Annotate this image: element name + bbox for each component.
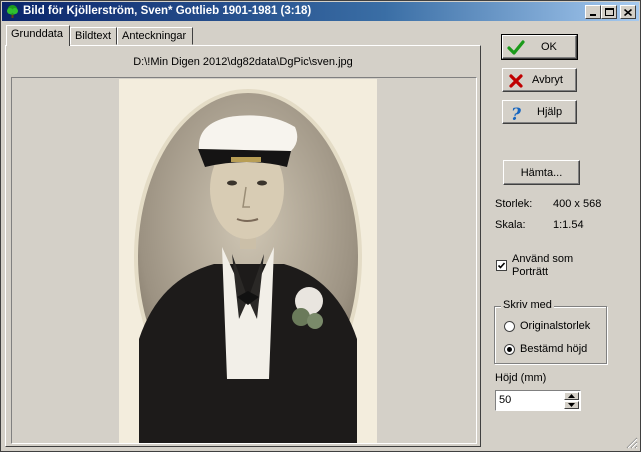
height-label: Höjd (mm) — [495, 372, 547, 384]
maximize-icon — [604, 8, 614, 16]
arrow-up-icon — [568, 394, 575, 398]
tab-anteckningar[interactable]: Anteckningar — [117, 27, 193, 45]
height-spinner[interactable]: 50 — [495, 390, 581, 411]
question-mark-icon: ? — [511, 105, 522, 122]
radio-original-size-label: Originalstorlek — [520, 320, 591, 332]
scale-value: 1:1.54 — [553, 219, 584, 231]
cancel-label: Avbryt — [532, 74, 563, 86]
size-value: 400 x 568 — [553, 198, 602, 210]
close-icon — [624, 8, 632, 16]
portrait-checkbox-label: Använd som Porträtt — [512, 253, 574, 278]
tab-grunddata[interactable]: Grunddata — [6, 25, 70, 46]
help-label: Hjälp — [537, 106, 563, 118]
fetch-button[interactable]: Hämta... — [503, 160, 580, 185]
title-bar[interactable]: Bild för Kjöllerström, Sven* Gottlieb 19… — [2, 2, 639, 21]
radio-fixed-height-label: Bestämd höjd — [520, 343, 588, 355]
maximize-button[interactable] — [601, 5, 617, 19]
image-file-path: D:\!Min Digen 2012\dg82data\DgPic\sven.j… — [133, 56, 353, 68]
spin-down-button[interactable] — [564, 401, 579, 409]
spin-up-button[interactable] — [564, 392, 579, 400]
svg-text:?: ? — [511, 105, 522, 122]
dialog-window: Bild för Kjöllerström, Sven* Gottlieb 19… — [0, 0, 641, 452]
ok-label: OK — [541, 41, 557, 53]
minimize-button[interactable] — [585, 5, 601, 19]
close-button[interactable] — [620, 5, 636, 19]
help-button[interactable]: ? Hjälp — [502, 100, 577, 124]
tab-label: Bildtext — [75, 30, 112, 42]
tab-panel-grunddata: D:\!Min Digen 2012\dg82data\DgPic\sven.j… — [5, 45, 481, 447]
resize-grip-icon[interactable] — [626, 437, 638, 449]
print-with-group: Skriv med — [494, 299, 607, 364]
tab-label: Anteckningar — [122, 30, 187, 42]
window-title: Bild för Kjöllerström, Sven* Gottlieb 19… — [23, 5, 312, 17]
scale-label: Skala: — [495, 219, 526, 231]
height-value: 50 — [499, 394, 512, 406]
portrait-checkbox[interactable] — [496, 260, 507, 271]
print-with-label: Skriv med — [501, 299, 554, 311]
cancel-button[interactable]: Avbryt — [502, 68, 577, 92]
tree-app-icon — [7, 5, 18, 18]
checkmark-icon — [497, 262, 506, 269]
radio-fixed-height[interactable] — [504, 344, 515, 355]
tab-label: Grunddata — [11, 28, 63, 40]
fetch-label: Hämta... — [520, 167, 563, 179]
checkmark-icon — [507, 40, 525, 55]
ok-button[interactable]: OK — [501, 34, 578, 60]
radio-original-size[interactable] — [504, 321, 515, 332]
minimize-icon — [590, 13, 596, 16]
size-label: Storlek: — [495, 198, 533, 210]
spinner-arrows — [564, 392, 579, 409]
portrait-photo — [119, 79, 377, 443]
tab-bildtext[interactable]: Bildtext — [70, 27, 117, 45]
cross-icon — [509, 74, 523, 88]
arrow-down-icon — [568, 403, 575, 407]
image-preview-frame — [11, 77, 477, 444]
